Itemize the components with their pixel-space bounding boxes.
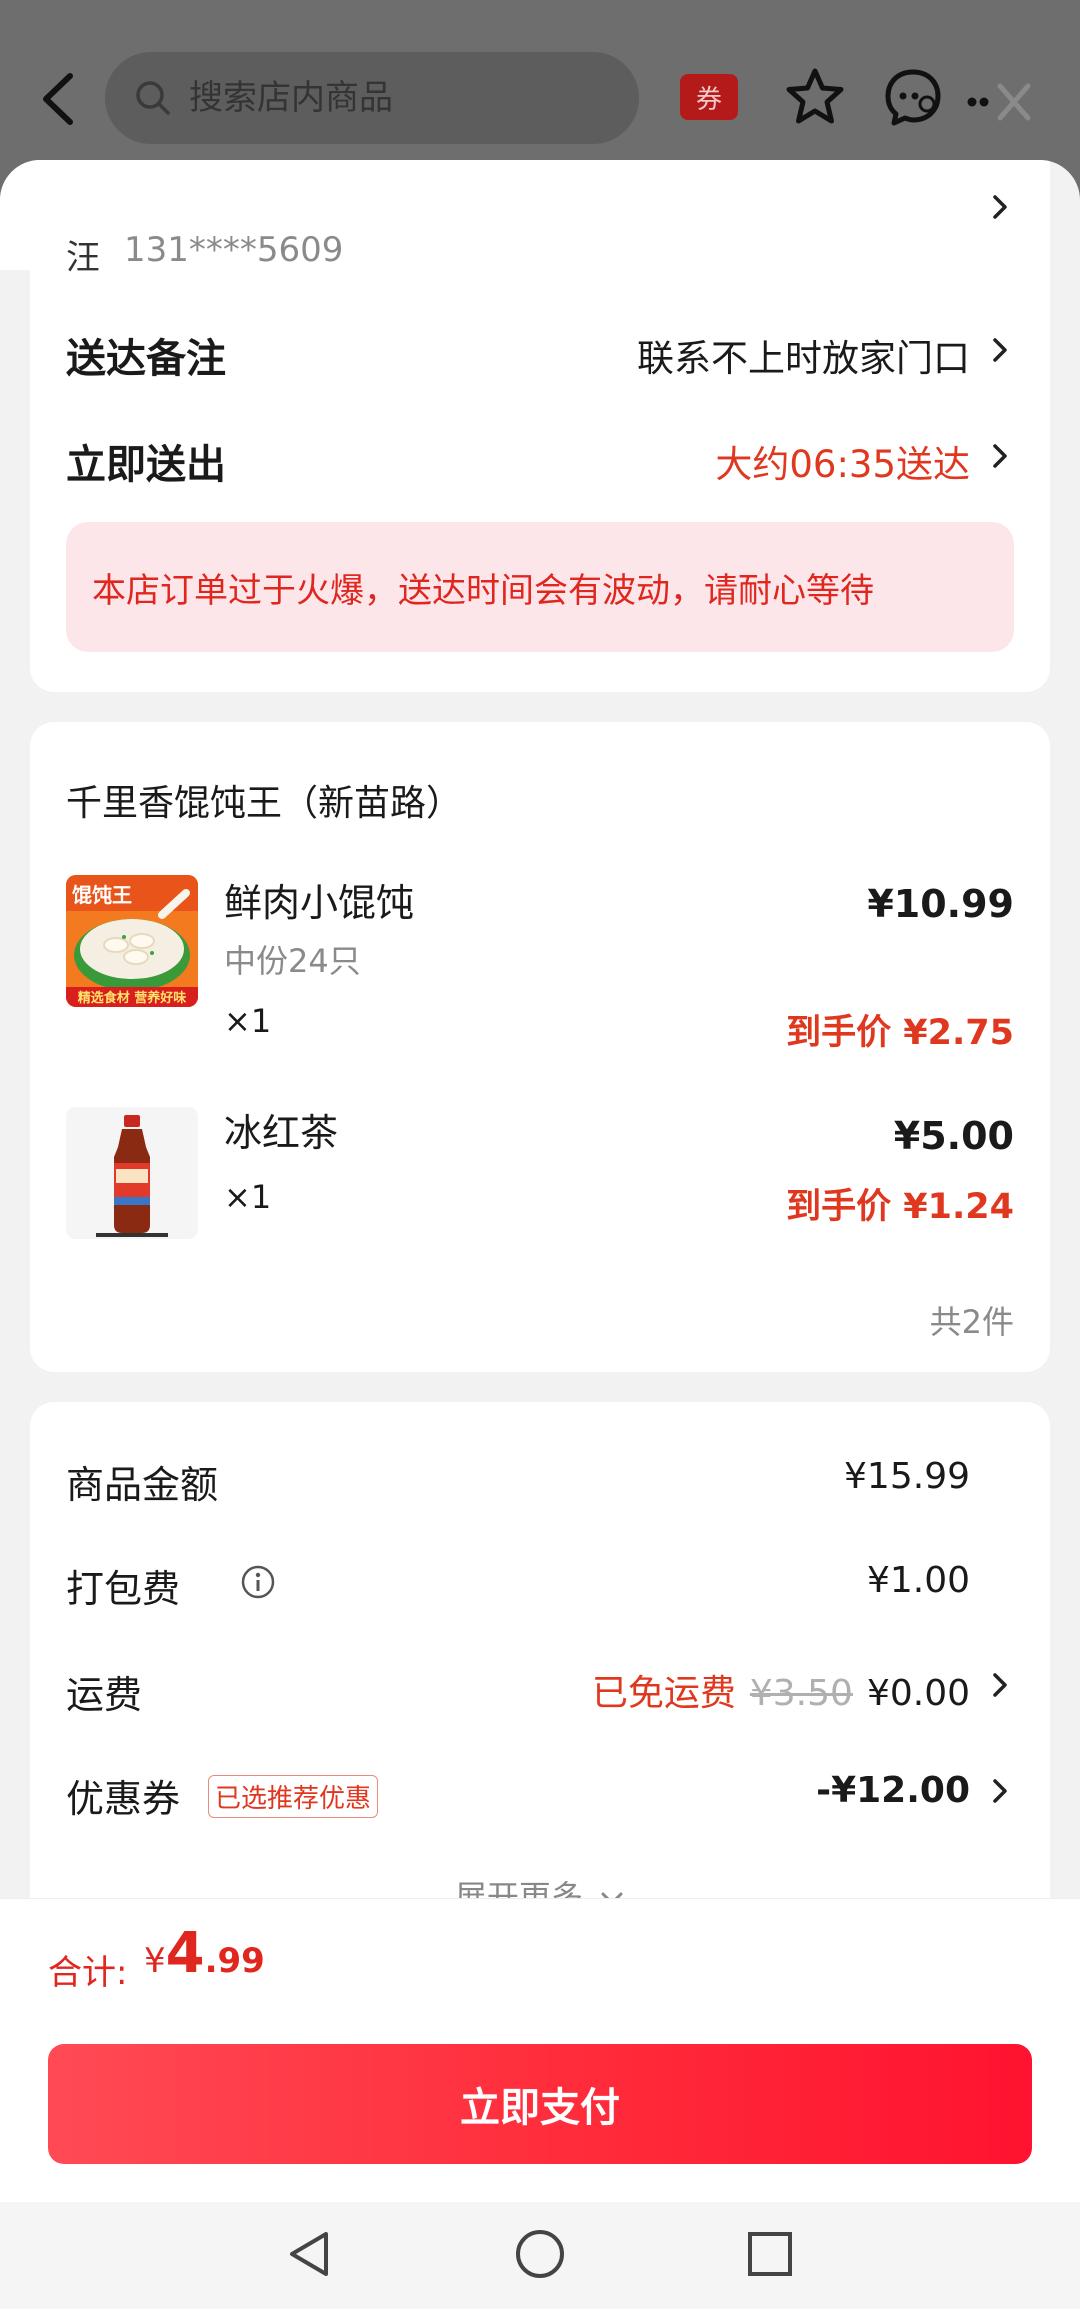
expand-more-button[interactable]: 展开更多 bbox=[30, 1872, 1050, 1900]
coupon-value[interactable]: -¥12.00 bbox=[816, 1770, 970, 1811]
customer-service-icon[interactable] bbox=[882, 66, 944, 128]
item-count: 共2件 bbox=[929, 1303, 1014, 1341]
item-final-price: 到手价 ¥2.75 bbox=[786, 1013, 1014, 1053]
delivery-note-label: 送达备注 bbox=[66, 336, 226, 382]
item-price: ¥5.00 bbox=[893, 1114, 1014, 1158]
thumb-ribbon: 精选食材 营养好味 bbox=[78, 990, 187, 1006]
fee-summary-card: 商品金额 ¥15.99 打包费 ¥1.00 运费 已免运费 ¥3.50 ¥0.00 … bbox=[30, 1402, 1050, 1900]
coupon-badge[interactable]: 券 bbox=[680, 74, 738, 120]
nav-home-icon[interactable] bbox=[512, 2226, 568, 2282]
recipient-name: 汪 bbox=[66, 238, 100, 278]
delivery-time-value[interactable]: 大约06:35送达 bbox=[715, 434, 970, 488]
total-decimal: .99 bbox=[204, 1941, 265, 1981]
info-icon[interactable] bbox=[240, 1564, 276, 1600]
shipping-original-price: ¥3.50 bbox=[749, 1673, 853, 1714]
item-name: 鲜肉小馄饨 bbox=[224, 881, 415, 925]
coupon-label: 优惠券 bbox=[66, 1777, 181, 1821]
nav-recents-icon[interactable] bbox=[742, 2226, 798, 2282]
recipient-phone: 131****5609 bbox=[124, 230, 344, 270]
coupon-chevron-icon[interactable] bbox=[990, 1776, 1010, 1806]
goods-amount-label: 商品金额 bbox=[66, 1463, 219, 1507]
item-spec: 中份24只 bbox=[224, 942, 361, 980]
coupon-recommend-tag: 已选推荐优惠 bbox=[208, 1775, 379, 1818]
shipping-chevron-icon[interactable] bbox=[990, 1670, 1010, 1700]
shipping-free-text: 已免运费 bbox=[591, 1673, 736, 1714]
packing-fee-value: ¥1.00 bbox=[866, 1560, 970, 1601]
delivery-note-chevron-icon[interactable] bbox=[990, 335, 1010, 365]
item-name: 冰红茶 bbox=[224, 1111, 339, 1155]
total-bar: 合计: ¥4.99 bbox=[0, 1898, 1080, 2028]
total-currency: ¥ bbox=[144, 1941, 166, 1981]
system-nav-bar bbox=[0, 2202, 1080, 2309]
shipping-fee-label: 运费 bbox=[66, 1673, 143, 1717]
delivery-note-value[interactable]: 联系不上时放家门口 bbox=[637, 328, 970, 382]
shop-name[interactable]: 千里香馄饨王（新苗路） bbox=[66, 774, 462, 826]
more-icon[interactable] bbox=[966, 74, 1036, 130]
shipping-fee-group[interactable]: 已免运费 ¥3.50 ¥0.00 bbox=[592, 1664, 970, 1716]
busy-notice: 本店订单过于火爆，送达时间会有波动，请耐心等待 bbox=[66, 522, 1014, 652]
order-confirm-sheet: 汪 131****5609 送达备注 联系不上时放家门口 立即送出 大约06:3… bbox=[0, 160, 1080, 1900]
item-price: ¥10.99 bbox=[867, 882, 1014, 926]
thumb-badge: 馄饨王 bbox=[72, 883, 132, 907]
iced-tea-bottle-image bbox=[66, 1107, 198, 1239]
search-input[interactable] bbox=[189, 78, 609, 118]
item-quantity: ×1 bbox=[224, 1002, 272, 1040]
packing-fee-label: 打包费 bbox=[66, 1567, 181, 1611]
star-icon[interactable] bbox=[784, 66, 846, 128]
wonton-thumbnail[interactable]: 馄饨王 精选食材 营养好味 bbox=[66, 875, 198, 1007]
pay-area: 立即支付 bbox=[0, 2028, 1080, 2202]
goods-amount-value: ¥15.99 bbox=[844, 1456, 970, 1497]
item-quantity: ×1 bbox=[224, 1178, 272, 1216]
total-label: 合计: bbox=[48, 1953, 128, 1993]
shipping-fee-value: ¥0.00 bbox=[866, 1673, 970, 1714]
nav-back-icon[interactable] bbox=[282, 2226, 338, 2282]
order-items-card: 千里香馄饨王（新苗路） 馄饨王 精选食材 营养好味 鲜肉小馄饨 中份24只 ×1 bbox=[30, 722, 1050, 1372]
search-icon bbox=[136, 81, 170, 115]
delivery-time-chevron-icon[interactable] bbox=[990, 441, 1010, 471]
delivery-card: 汪 131****5609 送达备注 联系不上时放家门口 立即送出 大约06:3… bbox=[30, 160, 1050, 692]
tea-thumbnail[interactable] bbox=[66, 1107, 198, 1239]
pay-now-button[interactable]: 立即支付 bbox=[48, 2044, 1032, 2164]
total-integer: 4 bbox=[165, 1921, 205, 1986]
total-amount: ¥4.99 bbox=[144, 1921, 265, 1986]
back-arrow-icon[interactable] bbox=[38, 70, 80, 128]
delivery-time-label: 立即送出 bbox=[66, 442, 226, 488]
search-bar[interactable] bbox=[105, 52, 639, 144]
item-final-price: 到手价 ¥1.24 bbox=[786, 1187, 1014, 1227]
address-chevron-icon[interactable] bbox=[990, 192, 1010, 222]
wonton-image: 馄饨王 精选食材 营养好味 bbox=[66, 875, 198, 1007]
expand-more-label: 展开更多 bbox=[454, 1878, 583, 1900]
